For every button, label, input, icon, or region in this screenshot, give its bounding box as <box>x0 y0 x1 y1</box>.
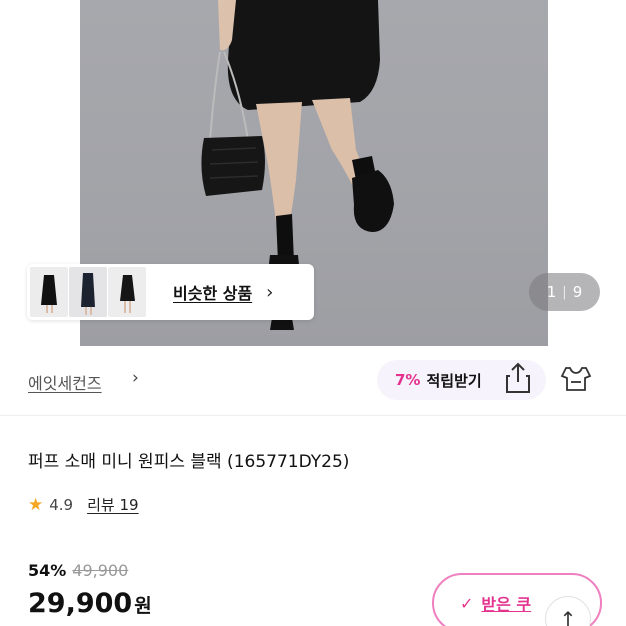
check-icon: ✓ <box>460 593 474 613</box>
price-row: 29,900 원 <box>28 588 152 619</box>
similar-thumb-2 <box>69 267 107 317</box>
rating-value: 4.9 <box>49 495 74 514</box>
chevron-right-icon: › <box>266 281 274 303</box>
pager-total: 9 <box>572 283 583 301</box>
similar-thumb-3 <box>108 267 146 317</box>
chevron-right-icon[interactable]: › <box>132 368 139 388</box>
coupon-label: 받은 쿠 <box>481 595 532 614</box>
brand-row: 에잇세컨즈 › 7% 적립받기 <box>0 346 626 416</box>
rating-row: ★ 4.9 리뷰 19 <box>28 494 139 515</box>
original-price: 49,900 <box>72 561 129 580</box>
points-label: 적립받기 <box>426 371 482 390</box>
similar-thumb-1 <box>30 267 68 317</box>
points-percent: 7% <box>395 371 421 389</box>
current-price: 29,900 <box>28 588 133 619</box>
pager-current: 1 <box>546 283 557 301</box>
closet-icon[interactable] <box>560 364 592 394</box>
arrow-up-icon: ↑ <box>559 607 577 626</box>
star-icon: ★ <box>28 494 44 515</box>
currency-unit: 원 <box>134 595 152 617</box>
discount-rate: 54% <box>28 561 67 580</box>
product-image-carousel[interactable]: 비슷한 상품 › 1 | 9 <box>0 0 626 346</box>
image-pager: 1 | 9 <box>529 273 600 311</box>
review-link[interactable]: 리뷰 19 <box>87 494 138 515</box>
similar-products-label: 비슷한 상품 <box>173 284 253 303</box>
pager-separator: | <box>562 284 567 300</box>
product-title: 퍼프 소매 미니 원피스 블랙 (165771DY25) <box>28 452 350 472</box>
discount-row: 54% 49,900 <box>28 561 128 580</box>
similar-products-card[interactable]: 비슷한 상품 › <box>27 264 314 320</box>
share-icon[interactable] <box>504 360 532 396</box>
brand-link[interactable]: 에잇세컨즈 <box>28 370 102 394</box>
